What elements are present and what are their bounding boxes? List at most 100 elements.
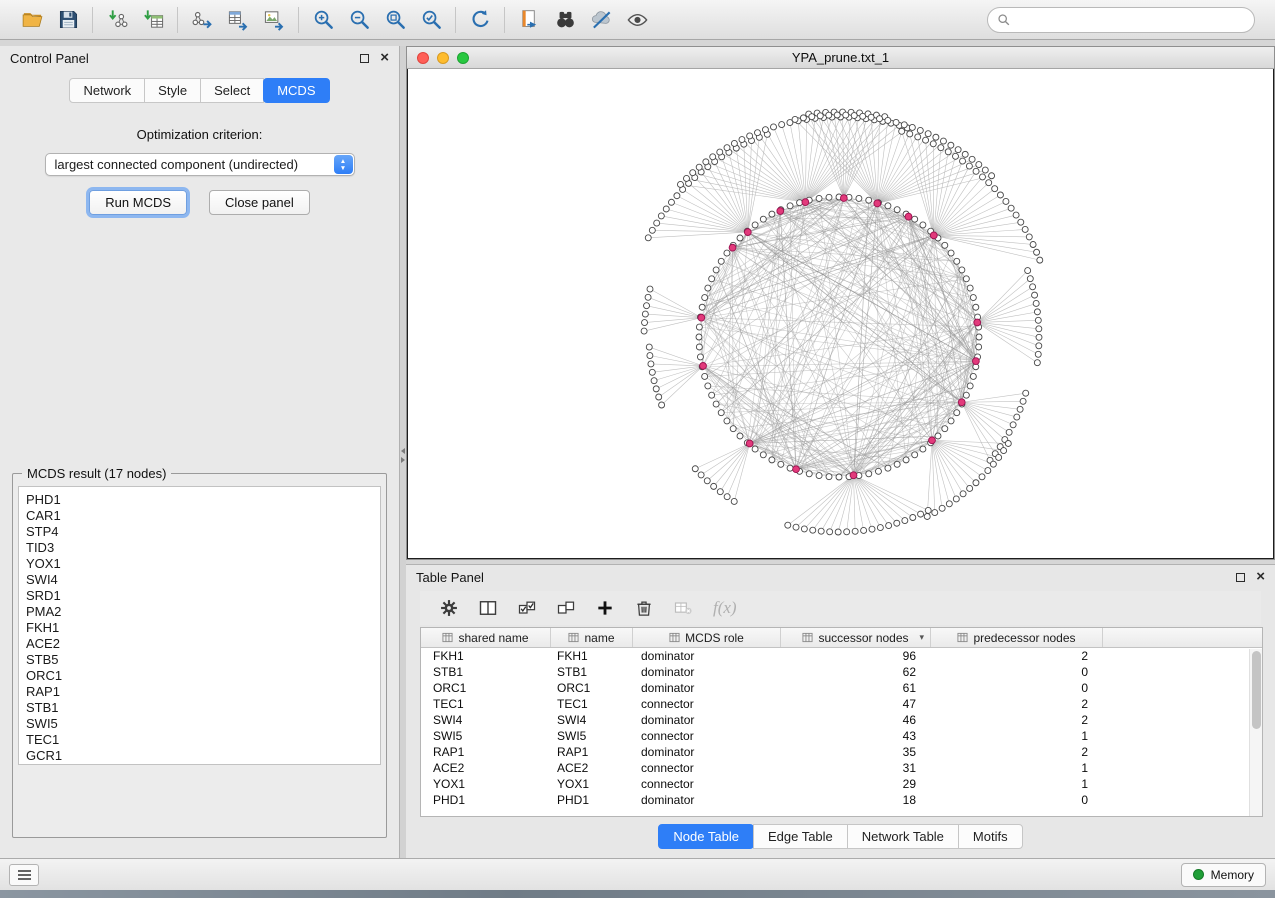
table-cell: TEC1 xyxy=(551,697,633,711)
table-body: FKH1FKH1dominator962STB1STB1dominator620… xyxy=(421,648,1262,808)
mcds-result-item[interactable]: STB1 xyxy=(26,700,380,716)
mcds-result-item[interactable]: ORC1 xyxy=(26,668,380,684)
splitter-collapse-icon[interactable] xyxy=(400,444,406,466)
mcds-result-item[interactable]: PMA2 xyxy=(26,604,380,620)
mcds-result-item[interactable]: ACE2 xyxy=(26,636,380,652)
status-menu-button[interactable] xyxy=(9,864,39,886)
mcds-result-item[interactable]: STB5 xyxy=(26,652,380,668)
column-type-icon xyxy=(957,632,968,643)
mcds-result-item[interactable]: TEC1 xyxy=(26,732,380,748)
float-panel-icon[interactable] xyxy=(360,54,369,63)
export-image-button[interactable] xyxy=(257,5,291,35)
table-row[interactable]: STB1STB1dominator620 xyxy=(421,664,1262,680)
table-cell: FKH1 xyxy=(421,649,551,663)
tab-network[interactable]: Network xyxy=(69,78,145,103)
window-maximize-icon[interactable] xyxy=(457,52,469,64)
mcds-result-item[interactable]: PHD1 xyxy=(26,492,380,508)
zoom-fit-button[interactable] xyxy=(378,5,412,35)
column-header-shared-name[interactable]: shared name xyxy=(421,628,551,647)
save-session-button[interactable] xyxy=(51,5,85,35)
import-table-button[interactable] xyxy=(136,5,170,35)
tab-mcds[interactable]: MCDS xyxy=(263,78,329,103)
show-details-button[interactable] xyxy=(620,5,654,35)
float-table-panel-icon[interactable] xyxy=(1236,573,1245,582)
search-input[interactable] xyxy=(1017,13,1245,27)
tab-edge-table[interactable]: Edge Table xyxy=(753,824,848,849)
column-header-name[interactable]: name xyxy=(551,628,633,647)
show-columns-button[interactable] xyxy=(477,597,499,619)
column-header-successor-nodes[interactable]: successor nodes▾ xyxy=(781,628,931,647)
table-row[interactable]: SWI5SWI5connector431 xyxy=(421,728,1262,744)
import-network-button[interactable] xyxy=(100,5,134,35)
close-panel-icon[interactable]: × xyxy=(380,53,389,63)
column-header-MCDS-role[interactable]: MCDS role xyxy=(633,628,781,647)
control-panel-tabs: Network Style Select MCDS xyxy=(0,78,399,103)
column-header-predecessor-nodes[interactable]: predecessor nodes xyxy=(931,628,1103,647)
table-cell: STB1 xyxy=(421,665,551,679)
zoom-out-button[interactable] xyxy=(342,5,376,35)
mcds-result-item[interactable]: GCR1 xyxy=(26,748,380,764)
table-row[interactable]: FKH1FKH1dominator962 xyxy=(421,648,1262,664)
zoom-selected-button[interactable] xyxy=(414,5,448,35)
table-scrollbar-thumb[interactable] xyxy=(1252,651,1261,729)
table-row[interactable]: TEC1TEC1connector472 xyxy=(421,696,1262,712)
network-canvas[interactable] xyxy=(408,69,1274,559)
clear-style-icon xyxy=(590,8,613,31)
share-document-button[interactable] xyxy=(512,5,546,35)
dropdown-stepper-icon: ▲▼ xyxy=(334,155,353,174)
close-table-panel-icon[interactable]: × xyxy=(1256,572,1265,582)
select-all-columns-button[interactable] xyxy=(516,597,538,619)
search-field[interactable] xyxy=(987,7,1255,33)
export-image-icon xyxy=(263,8,286,31)
export-table-button[interactable] xyxy=(221,5,255,35)
clear-style-button[interactable] xyxy=(584,5,618,35)
open-session-button[interactable] xyxy=(15,5,49,35)
table-cell: PHD1 xyxy=(551,793,633,807)
memory-button[interactable]: Memory xyxy=(1181,863,1266,887)
create-column-button[interactable] xyxy=(594,597,616,619)
deselect-all-columns-button[interactable] xyxy=(555,597,577,619)
share-document-icon xyxy=(518,8,541,31)
mcds-result-item[interactable]: CAR1 xyxy=(26,508,380,524)
table-scrollbar[interactable] xyxy=(1249,649,1262,816)
table-row[interactable]: ORC1ORC1dominator610 xyxy=(421,680,1262,696)
apply-layout-button[interactable] xyxy=(463,5,497,35)
mcds-result-item[interactable]: SWI4 xyxy=(26,572,380,588)
open-folder-icon xyxy=(21,8,44,31)
export-network-button[interactable] xyxy=(185,5,219,35)
network-view-window: YPA_prune.txt_1 xyxy=(406,46,1275,560)
columns-icon xyxy=(478,598,498,618)
tab-network-table[interactable]: Network Table xyxy=(847,824,959,849)
criterion-dropdown[interactable]: largest connected component (undirected)… xyxy=(45,153,355,176)
table-row[interactable]: RAP1RAP1dominator352 xyxy=(421,744,1262,760)
table-row[interactable]: YOX1YOX1connector291 xyxy=(421,776,1262,792)
table-row[interactable]: ACE2ACE2connector311 xyxy=(421,760,1262,776)
first-neighbors-button[interactable] xyxy=(548,5,582,35)
zoom-in-button[interactable] xyxy=(306,5,340,35)
table-cell: SWI5 xyxy=(551,729,633,743)
table-row[interactable]: PHD1PHD1dominator180 xyxy=(421,792,1262,808)
table-cell: ACE2 xyxy=(551,761,633,775)
panel-splitter[interactable] xyxy=(400,46,406,858)
import-table-icon xyxy=(142,8,165,31)
delete-column-button[interactable] xyxy=(633,597,655,619)
window-minimize-icon[interactable] xyxy=(437,52,449,64)
mcds-result-item[interactable]: SWI5 xyxy=(26,716,380,732)
table-row[interactable]: SWI4SWI4dominator462 xyxy=(421,712,1262,728)
window-close-icon[interactable] xyxy=(417,52,429,64)
tab-node-table[interactable]: Node Table xyxy=(658,824,754,849)
tab-style[interactable]: Style xyxy=(144,78,201,103)
mcds-result-item[interactable]: TID3 xyxy=(26,540,380,556)
table-settings-button[interactable] xyxy=(438,597,460,619)
mcds-result-item[interactable]: FKH1 xyxy=(26,620,380,636)
tab-motifs[interactable]: Motifs xyxy=(958,824,1023,849)
mcds-result-item[interactable]: SRD1 xyxy=(26,588,380,604)
mcds-result-item[interactable]: YOX1 xyxy=(26,556,380,572)
mcds-result-item[interactable]: RAP1 xyxy=(26,684,380,700)
mcds-result-item[interactable]: STP4 xyxy=(26,524,380,540)
run-mcds-button[interactable]: Run MCDS xyxy=(89,190,187,215)
memory-label: Memory xyxy=(1211,868,1254,882)
tab-select[interactable]: Select xyxy=(200,78,264,103)
close-panel-button[interactable]: Close panel xyxy=(209,190,310,215)
table-cell: SWI5 xyxy=(421,729,551,743)
